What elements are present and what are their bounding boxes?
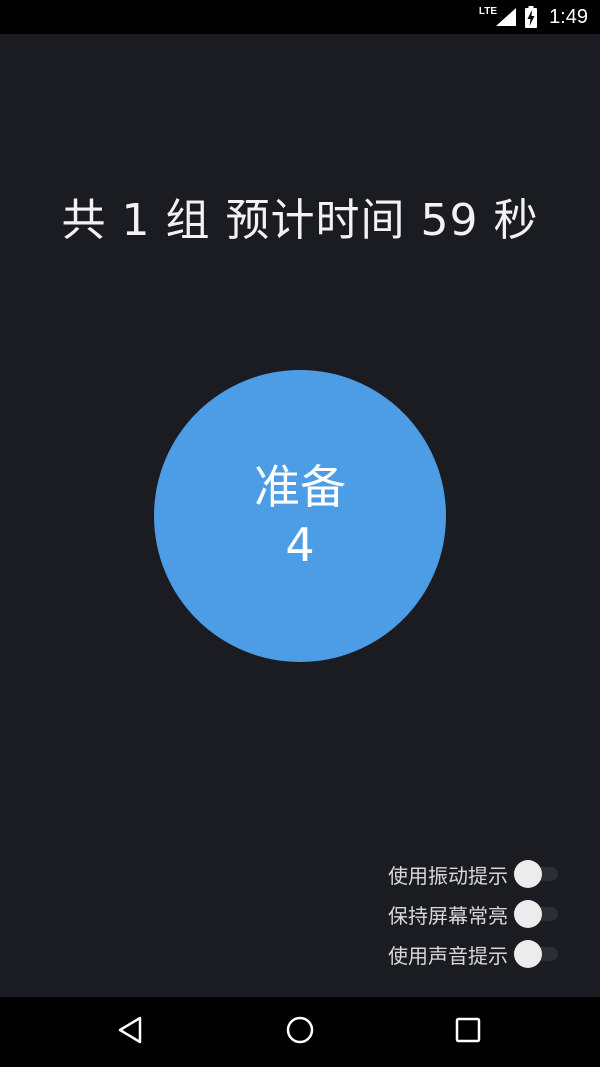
battery-charging-icon bbox=[525, 6, 538, 28]
screen: LTE 1:49 共 1 组 预计时间 59 秒 准备 4 使用振动提示 保持屏… bbox=[0, 0, 600, 1067]
toggle-thumb bbox=[514, 860, 542, 888]
workout-summary: 共 1 组 预计时间 59 秒 bbox=[61, 195, 539, 246]
network-type: LTE bbox=[478, 5, 498, 17]
home-button[interactable] bbox=[260, 997, 340, 1067]
setting-label: 使用振动提示 bbox=[388, 863, 508, 888]
status-bar: LTE 1:49 bbox=[0, 0, 600, 34]
back-icon bbox=[116, 1015, 144, 1049]
sound-toggle[interactable] bbox=[514, 939, 560, 969]
settings-panel: 使用振动提示 保持屏幕常亮 使用声音提示 bbox=[388, 854, 560, 974]
signal-icon bbox=[495, 7, 517, 27]
toggle-thumb bbox=[514, 940, 542, 968]
clock: 1:49 bbox=[549, 5, 588, 28]
status-icons: LTE 1:49 bbox=[479, 0, 588, 34]
vibration-toggle[interactable] bbox=[514, 859, 560, 889]
start-circle-button[interactable]: 准备 4 bbox=[154, 370, 446, 662]
navigation-bar bbox=[0, 997, 600, 1067]
countdown-number: 4 bbox=[285, 518, 315, 572]
recents-icon bbox=[454, 1016, 482, 1048]
setting-vibration: 使用振动提示 bbox=[388, 854, 560, 894]
home-icon bbox=[285, 1015, 315, 1049]
circle-label: 准备 bbox=[254, 460, 346, 514]
setting-label: 保持屏幕常亮 bbox=[388, 903, 508, 928]
back-button[interactable] bbox=[90, 997, 170, 1067]
setting-label: 使用声音提示 bbox=[388, 943, 508, 968]
setting-keep-screen-on: 保持屏幕常亮 bbox=[388, 894, 560, 934]
recents-button[interactable] bbox=[428, 997, 508, 1067]
toggle-thumb bbox=[514, 900, 542, 928]
setting-sound: 使用声音提示 bbox=[388, 934, 560, 974]
keep-screen-on-toggle[interactable] bbox=[514, 899, 560, 929]
main-content: 共 1 组 预计时间 59 秒 准备 4 使用振动提示 保持屏幕常亮 使用声音提… bbox=[0, 34, 600, 997]
